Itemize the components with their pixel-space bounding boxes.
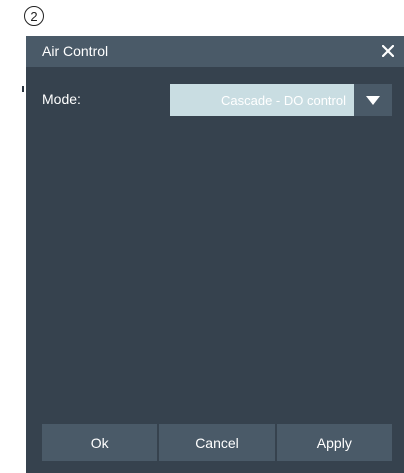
apply-button[interactable]: Apply bbox=[276, 424, 392, 461]
mode-select-value[interactable]: Cascade - DO control bbox=[170, 84, 354, 116]
mode-label: Mode: bbox=[42, 91, 81, 107]
air-control-dialog: Air Control Mode: Cascade - DO control O… bbox=[26, 36, 404, 473]
cancel-button[interactable]: Cancel bbox=[159, 424, 275, 461]
chevron-down-icon bbox=[366, 95, 380, 105]
dialog-footer: Ok Cancel Apply bbox=[42, 424, 392, 461]
close-icon bbox=[382, 45, 394, 57]
mode-dropdown-button[interactable] bbox=[354, 84, 392, 116]
dialog-titlebar: Air Control bbox=[26, 36, 404, 67]
mode-select[interactable]: Cascade - DO control bbox=[170, 84, 392, 116]
step-number-marker: 2 bbox=[24, 6, 44, 26]
close-button[interactable] bbox=[378, 40, 398, 62]
dialog-title: Air Control bbox=[42, 43, 109, 59]
ok-button[interactable]: Ok bbox=[42, 424, 158, 461]
edge-mark bbox=[22, 86, 24, 92]
